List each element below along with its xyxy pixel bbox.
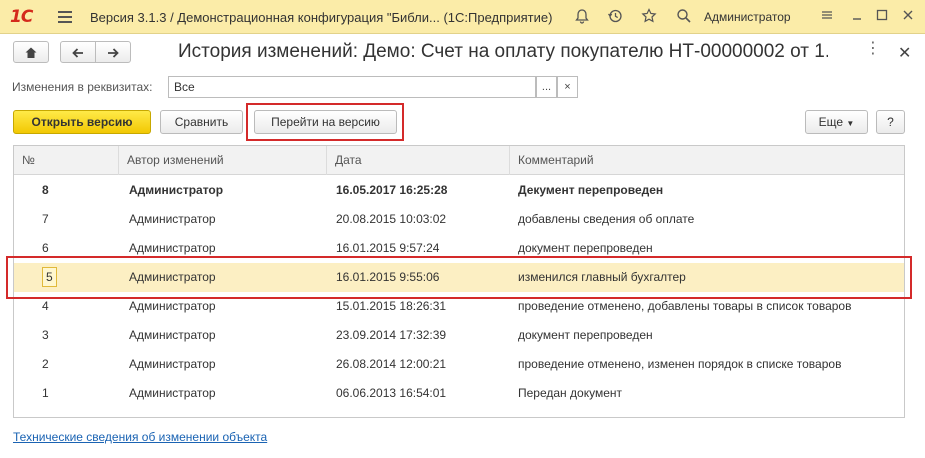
arrow-right-icon — [108, 48, 119, 58]
table-row[interactable]: 1 Администратор 06.06.2013 16:54:01 Передан… — [14, 379, 904, 408]
dropdown-arrow-icon: ▼ — [846, 119, 855, 128]
annotation-highlight-row — [6, 256, 912, 299]
cell-comment: добавлены сведения об оплате — [518, 212, 695, 226]
minimize-icon[interactable] — [848, 8, 866, 26]
1c-logo: 1С — [10, 7, 33, 27]
search-icon[interactable] — [675, 8, 693, 26]
history-icon[interactable] — [606, 8, 624, 26]
more-button[interactable]: Еще ▼ — [805, 110, 868, 134]
column-header-number[interactable]: № — [14, 146, 118, 175]
column-header-author[interactable]: Автор изменений — [118, 146, 326, 175]
cell-date: 20.08.2015 10:03:02 — [336, 212, 447, 226]
technical-details-link[interactable]: Технические сведения об изменении объект… — [13, 430, 267, 444]
cell-author: Администратор — [129, 183, 224, 197]
cell-comment: документ перепроведен — [518, 328, 653, 342]
table-row[interactable]: 3 Администратор 23.09.2014 17:32:39 докумен… — [14, 321, 904, 350]
cell-comment: Передан документ — [518, 386, 622, 400]
annotation-highlight-goto — [246, 103, 404, 141]
cell-date: 23.09.2014 17:32:39 — [336, 328, 447, 342]
bell-icon[interactable] — [573, 8, 591, 26]
close-window-icon[interactable] — [899, 8, 917, 26]
filter-clear-button[interactable]: × — [557, 76, 578, 98]
filter-select-button[interactable]: ... — [536, 76, 557, 98]
help-button[interactable]: ? — [876, 110, 905, 134]
cell-comment: проведение отменено, изменен порядок в с… — [518, 357, 842, 371]
filter-input[interactable]: Все — [168, 76, 536, 98]
cell-date: 16.05.2017 16:25:28 — [336, 183, 448, 197]
table-row[interactable]: 8 Администратор 16.05.2017 16:25:28 Декумен… — [14, 176, 904, 205]
form-title: История изменений: Демо: Счет на оплату … — [178, 41, 828, 62]
cell-author: Администратор — [129, 212, 216, 226]
open-version-button[interactable]: Открыть версию — [13, 110, 151, 134]
cell-comment: Декумент перепроведен — [518, 183, 664, 197]
cell-author: Администратор — [129, 357, 216, 371]
table-row[interactable]: 2 Администратор 26.08.2014 12:00:21 проведе… — [14, 350, 904, 379]
app-titlebar: 1С Версия 3.1.3 / Демонстрационная конфи… — [0, 0, 925, 34]
more-button-label: Еще — [818, 115, 844, 129]
filter-label: Изменения в реквизитах: — [12, 80, 153, 94]
form-menu-icon[interactable]: ⋮ — [865, 41, 881, 57]
forward-button[interactable] — [95, 41, 131, 63]
cell-date: 26.08.2014 12:00:21 — [336, 357, 447, 371]
menu-icon[interactable] — [58, 11, 72, 23]
cell-date: 06.06.2013 16:54:01 — [336, 386, 447, 400]
cell-number: 1 — [42, 386, 49, 400]
app-title: Версия 3.1.3 / Демонстрационная конфигур… — [90, 10, 553, 25]
more-options-icon[interactable] — [818, 8, 836, 26]
close-form-icon[interactable]: ✕ — [898, 43, 911, 63]
star-icon[interactable] — [640, 8, 658, 26]
home-button[interactable] — [13, 41, 49, 63]
cell-number: 3 — [42, 328, 49, 342]
arrow-left-icon — [72, 48, 83, 58]
back-button[interactable] — [60, 41, 96, 63]
column-header-comment[interactable]: Комментарий — [509, 146, 904, 175]
compare-button[interactable]: Сравнить — [160, 110, 243, 134]
cell-number: 2 — [42, 357, 49, 371]
column-header-date[interactable]: Дата — [326, 146, 509, 175]
table-header: № Автор изменений Дата Комментарий — [14, 146, 904, 175]
user-name[interactable]: Администратор — [704, 10, 791, 24]
cell-author: Администратор — [129, 328, 216, 342]
cell-number: 7 — [42, 212, 49, 226]
maximize-icon[interactable] — [873, 8, 891, 26]
table-row[interactable]: 7 Администратор 20.08.2015 10:03:02 добавле… — [14, 205, 904, 234]
cell-number: 8 — [42, 183, 49, 197]
cell-author: Администратор — [129, 386, 216, 400]
home-icon — [25, 47, 37, 58]
